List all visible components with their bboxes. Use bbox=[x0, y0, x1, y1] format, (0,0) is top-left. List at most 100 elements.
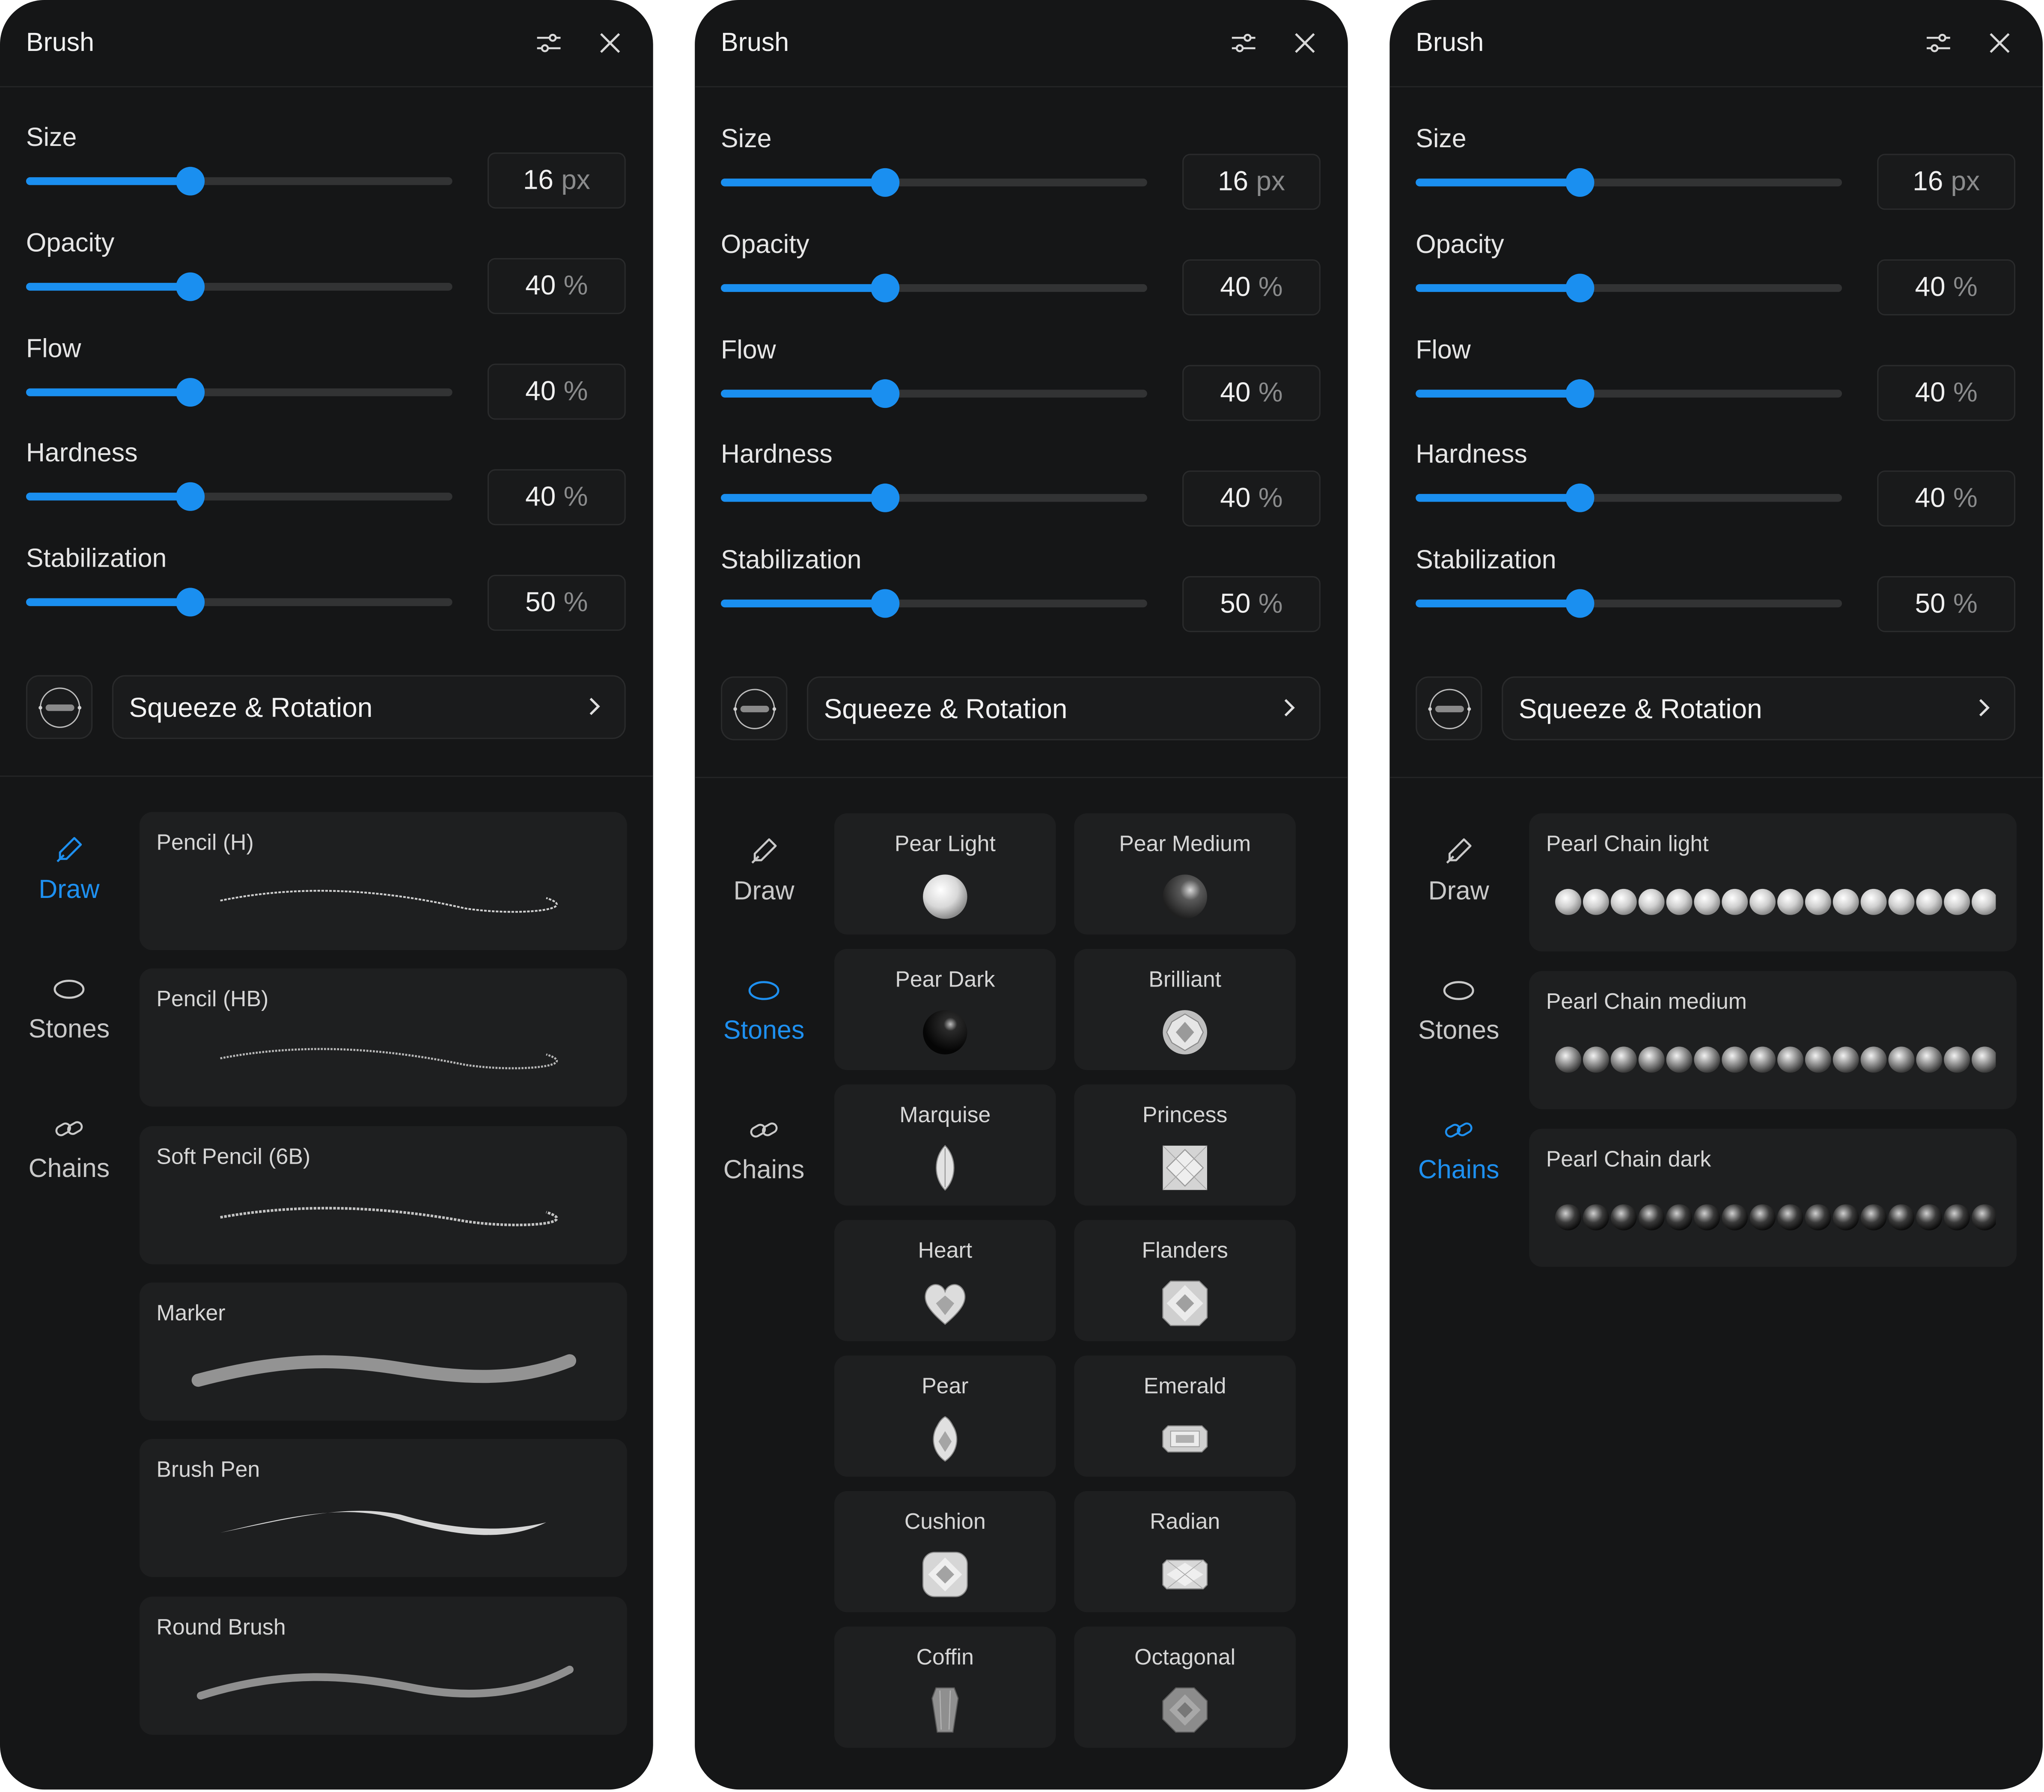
opacity-value-field[interactable]: 40% bbox=[1877, 259, 2016, 315]
chain-item-pearl-dark[interactable]: Pearl Chain dark bbox=[1529, 1129, 2017, 1267]
pearl-bead bbox=[1888, 1204, 1915, 1230]
stone-item-pear-light[interactable]: Pear Light bbox=[834, 813, 1056, 935]
flow-value-field[interactable]: 40% bbox=[1877, 365, 2016, 421]
stone-name: Flanders bbox=[1142, 1238, 1228, 1263]
size-value-field[interactable]: 16 px bbox=[1182, 154, 1321, 210]
stone-flanders-icon bbox=[1162, 1281, 1208, 1326]
nav-stones[interactable]: Stones bbox=[10, 974, 128, 1091]
stone-pear-medium-icon bbox=[1163, 874, 1207, 919]
flow-value-field[interactable]: 40% bbox=[487, 363, 626, 420]
opacity-slider[interactable] bbox=[26, 272, 452, 301]
brush-item-marker[interactable]: Marker bbox=[139, 1282, 627, 1421]
sliders-icon[interactable] bbox=[1228, 27, 1259, 59]
stone-item-pear-medium[interactable]: Pear Medium bbox=[1074, 813, 1296, 935]
close-icon[interactable] bbox=[1984, 27, 2015, 59]
nav-draw[interactable]: Draw bbox=[10, 834, 128, 951]
stabilization-slider[interactable] bbox=[26, 588, 452, 617]
size-slider[interactable] bbox=[26, 166, 452, 196]
stabilization-value-field[interactable]: 50% bbox=[1182, 576, 1321, 632]
brush-item-pencil-hb[interactable]: Pencil (HB) bbox=[139, 968, 627, 1107]
brush-tip-preview-button[interactable] bbox=[721, 676, 788, 740]
nav-chains[interactable]: Chains bbox=[705, 1114, 823, 1232]
chain-item-pearl-medium[interactable]: Pearl Chain medium bbox=[1529, 971, 2017, 1109]
pearl-bead bbox=[1888, 1046, 1915, 1073]
hardness-value-field[interactable]: 40% bbox=[1877, 470, 2016, 527]
pearl-bead bbox=[1777, 1204, 1803, 1230]
size-value-field[interactable]: 16 px bbox=[487, 152, 626, 209]
stone-name: Cushion bbox=[904, 1509, 986, 1534]
stone-item-pear-dark[interactable]: Pear Dark bbox=[834, 948, 1056, 1070]
opacity-slider[interactable] bbox=[1416, 273, 1842, 303]
brush-item-pencil-h[interactable]: Pencil (H) bbox=[139, 812, 627, 951]
squeeze-rotation-button[interactable]: Squeeze & Rotation bbox=[112, 675, 626, 739]
size-slider[interactable] bbox=[721, 168, 1147, 197]
stone-item-pear[interactable]: Pear bbox=[834, 1355, 1056, 1477]
pearl-bead bbox=[1833, 889, 1859, 915]
brush-tip-preview-button[interactable] bbox=[1416, 676, 1482, 740]
pearl-bead bbox=[1722, 1046, 1748, 1073]
squeeze-rotation-button[interactable]: Squeeze & Rotation bbox=[807, 676, 1321, 740]
brush-item-soft-pencil-6b[interactable]: Soft Pencil (6B) bbox=[139, 1126, 627, 1264]
brush-tip-icon bbox=[733, 689, 777, 729]
size-value-field[interactable]: 16 px bbox=[1877, 154, 2016, 210]
brush-stroke-preview bbox=[220, 890, 558, 913]
flow-slider[interactable] bbox=[721, 379, 1147, 408]
squeeze-rotation-button[interactable]: Squeeze & Rotation bbox=[1502, 676, 2016, 740]
slider-label-flow: Flow bbox=[26, 335, 81, 364]
hardness-value-field[interactable]: 40% bbox=[1182, 470, 1321, 527]
stone-item-emerald[interactable]: Emerald bbox=[1074, 1355, 1296, 1477]
close-icon[interactable] bbox=[595, 27, 626, 59]
opacity-slider[interactable] bbox=[721, 273, 1147, 303]
pencil-icon bbox=[1446, 838, 1472, 864]
brush-tip-preview-button[interactable] bbox=[26, 675, 93, 739]
flow-slider[interactable] bbox=[1416, 379, 1842, 408]
stabilization-slider[interactable] bbox=[721, 589, 1147, 618]
nav-chains[interactable]: Chains bbox=[10, 1113, 128, 1230]
pearl-bead bbox=[1555, 889, 1581, 915]
hardness-value-field[interactable]: 40% bbox=[487, 469, 626, 526]
opacity-value-field[interactable]: 40% bbox=[1182, 259, 1321, 315]
close-icon[interactable] bbox=[1289, 27, 1321, 59]
slider-label-size: Size bbox=[1416, 125, 1467, 154]
pearl-bead bbox=[1860, 1204, 1887, 1230]
pearl-bead bbox=[1666, 1204, 1693, 1230]
pearl-bead bbox=[1694, 1046, 1720, 1073]
pearl-bead bbox=[1749, 1046, 1776, 1073]
stone-item-octagonal[interactable]: Octagonal bbox=[1074, 1626, 1296, 1748]
link-icon bbox=[1445, 1122, 1473, 1138]
stabilization-slider[interactable] bbox=[1416, 589, 1842, 618]
stone-item-coffin[interactable]: Coffin bbox=[834, 1626, 1056, 1748]
stone-item-flanders[interactable]: Flanders bbox=[1074, 1220, 1296, 1341]
nav-chains-label: Chains bbox=[28, 1155, 110, 1184]
stone-name: Marquise bbox=[899, 1103, 991, 1128]
size-slider[interactable] bbox=[1416, 168, 1842, 197]
stabilization-value-field[interactable]: 50% bbox=[487, 574, 626, 631]
nav-stones[interactable]: Stones bbox=[1400, 975, 1517, 1092]
stabilization-value-field[interactable]: 50% bbox=[1877, 576, 2016, 632]
pearl-bead bbox=[1583, 889, 1609, 915]
hardness-slider[interactable] bbox=[26, 482, 452, 511]
panel-header: Brush bbox=[0, 0, 653, 88]
hardness-slider[interactable] bbox=[1416, 483, 1842, 512]
stone-item-brilliant[interactable]: Brilliant bbox=[1074, 948, 1296, 1070]
brush-item-brush-pen[interactable]: Brush Pen bbox=[139, 1439, 627, 1577]
stone-item-cushion[interactable]: Cushion bbox=[834, 1491, 1056, 1613]
nav-draw[interactable]: Draw bbox=[1400, 835, 1517, 953]
nav-draw[interactable]: Draw bbox=[705, 835, 823, 953]
opacity-value-field[interactable]: 40% bbox=[487, 258, 626, 314]
brush-item-round-brush[interactable]: Round Brush bbox=[139, 1596, 627, 1735]
hardness-slider[interactable] bbox=[721, 483, 1147, 512]
nav-chains[interactable]: Chains bbox=[1400, 1114, 1517, 1232]
sliders-icon[interactable] bbox=[1923, 27, 1954, 59]
nav-stones[interactable]: Stones bbox=[705, 975, 823, 1092]
stone-item-marquise[interactable]: Marquise bbox=[834, 1084, 1056, 1206]
flow-value-field[interactable]: 40% bbox=[1182, 365, 1321, 421]
stone-brilliant-icon bbox=[1163, 1010, 1207, 1055]
chain-item-pearl-light[interactable]: Pearl Chain light bbox=[1529, 813, 2017, 952]
pearl-bead bbox=[1777, 889, 1803, 915]
stone-item-radian[interactable]: Radian bbox=[1074, 1491, 1296, 1613]
sliders-icon[interactable] bbox=[533, 27, 565, 59]
flow-slider[interactable] bbox=[26, 378, 452, 407]
stone-item-princess[interactable]: Princess bbox=[1074, 1084, 1296, 1206]
stone-item-heart[interactable]: Heart bbox=[834, 1220, 1056, 1341]
